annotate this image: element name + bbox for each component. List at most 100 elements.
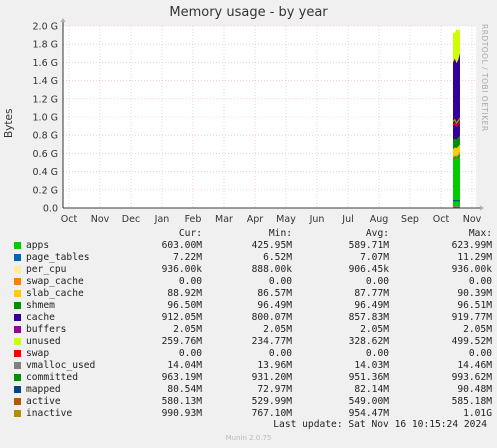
legend-swatch: [14, 290, 21, 297]
legend-avg: 87.77M: [354, 288, 389, 299]
legend-name: committed: [26, 372, 78, 383]
legend-row-buffers: buffers 2.05M 2.05M 2.05M 2.05M: [12, 324, 492, 336]
x-tick-label: Jul: [341, 214, 353, 225]
legend-swatch: [14, 266, 21, 273]
legend-row-unused: unused 259.76M 234.77M 328.62M 499.52M: [12, 336, 492, 348]
y-tick-label: 1.6 G: [33, 58, 59, 69]
legend-row-per_cpu: per_cpu 936.00k 888.00k 906.45k 936.00k: [12, 264, 492, 276]
legend-max: 919.77M: [451, 312, 492, 323]
legend-swatch: [14, 326, 21, 333]
legend-avg: 589.71M: [348, 240, 389, 251]
y-tick-label: 0.0: [43, 204, 58, 215]
legend-cur: 936.00k: [161, 264, 202, 275]
legend-swatch: [14, 374, 21, 381]
legend-name: vmalloc_used: [26, 360, 96, 371]
y-tick-label: 0.6 G: [33, 149, 59, 160]
legend-row-shmem: shmem 96.50M 96.49M 96.49M 96.51M: [12, 300, 492, 312]
legend-min: 6.52M: [263, 252, 292, 263]
legend-name: slab_cache: [26, 288, 84, 299]
x-tick-label: Jan: [154, 214, 170, 225]
legend-min: 425.95M: [251, 240, 292, 251]
legend-avg: 549.00M: [348, 396, 389, 407]
legend-max: 499.52M: [451, 336, 492, 347]
legend-name: apps: [26, 240, 50, 251]
legend-max: 2.05M: [463, 324, 492, 335]
legend-avg: 0.00: [365, 348, 389, 359]
munin-version: Munin 2.0.75: [225, 434, 272, 442]
legend-min: 0.00: [268, 276, 292, 287]
legend-row-vmalloc_used: vmalloc_used 14.04M 13.96M 14.03M 14.46M: [12, 360, 492, 372]
legend-max: 585.18M: [451, 396, 492, 407]
legend-min: 96.49M: [257, 300, 292, 311]
last-update: Last update: Sat Nov 16 10:15:24 2024: [273, 419, 487, 430]
legend-max: 993.62M: [451, 372, 492, 383]
legend-row-slab_cache: slab_cache 88.92M 86.57M 87.77M 90.39M: [12, 288, 492, 300]
legend-name: active: [26, 396, 61, 407]
legend-cur: 14.04M: [167, 360, 202, 371]
y-tick-label: 1.8 G: [33, 40, 59, 51]
legend-max: 1.01G: [463, 408, 492, 419]
area-apps: [453, 153, 460, 208]
legend-row-apps: apps 603.00M 425.95M 589.71M 623.99M: [12, 240, 492, 252]
legend-min: 86.57M: [257, 288, 292, 299]
legend-row-active: active 580.13M 529.99M 549.00M 585.18M: [12, 396, 492, 408]
legend-avg: 14.03M: [354, 360, 389, 371]
memory-chart: 0.0 0.2 G 0.4 G 0.6 G 0.8 G 1.0 G 1.2 G 1.4 G 1.…: [33, 18, 484, 225]
legend-swatch: [14, 338, 21, 345]
legend-max: 90.39M: [457, 288, 492, 299]
legend-cur: 0.00: [178, 348, 202, 359]
legend-min: 529.99M: [251, 396, 292, 407]
x-tick-label: Sep: [401, 214, 419, 225]
legend-min: 800.07M: [251, 312, 292, 323]
legend-avg: 0.00: [365, 276, 389, 287]
x-tick-label: Dec: [122, 214, 140, 225]
legend-avg: 2.05M: [360, 324, 389, 335]
legend-row-mapped: mapped 80.54M 72.97M 82.14M 90.48M: [12, 384, 492, 396]
legend-swatch: [14, 314, 21, 321]
legend-row-committed: committed 963.19M 931.20M 951.36M 993.62M: [12, 372, 492, 384]
legend-min: 888.00k: [251, 264, 292, 275]
legend-cur: 963.19M: [161, 372, 202, 383]
x-tick-label: Nov: [463, 214, 482, 225]
legend-name: buffers: [26, 324, 67, 335]
legend-avg: 857.83M: [348, 312, 389, 323]
legend-name: page_tables: [26, 252, 90, 263]
x-tick-label: Mar: [215, 214, 233, 225]
legend-swatch: [14, 398, 21, 405]
x-tick-label: Apr: [247, 214, 264, 225]
legend-cur: 603.00M: [161, 240, 202, 251]
legend-cur: 580.13M: [161, 396, 202, 407]
legend-row-cache: cache 912.05M 800.07M 857.83M 919.77M: [12, 312, 492, 324]
legend-avg: 951.36M: [348, 372, 389, 383]
legend-name: swap_cache: [26, 276, 84, 287]
x-tick-label: Nov: [91, 214, 110, 225]
legend-header-cur: Cur:: [178, 228, 202, 239]
legend-max: 14.46M: [457, 360, 492, 371]
y-tick-label: 1.4 G: [33, 76, 59, 87]
legend-name: swap: [26, 348, 50, 359]
legend-max: 0.00: [468, 276, 492, 287]
legend-name: inactive: [26, 408, 73, 419]
legend-row-swap: swap 0.00 0.00 0.00 0.00: [12, 348, 492, 360]
legend-max: 936.00k: [451, 264, 492, 275]
legend-name: per_cpu: [26, 264, 67, 275]
legend-swatch: [14, 254, 21, 261]
x-tick-label: Oct: [61, 214, 78, 225]
legend-row-page_tables: page_tables 7.22M 6.52M 7.07M 11.29M: [12, 252, 492, 264]
legend-header-avg: Avg:: [365, 228, 389, 239]
y-tick-label: 0.8 G: [33, 131, 59, 142]
x-tick-label: Jun: [309, 214, 325, 225]
legend-cur: 0.00: [178, 276, 202, 287]
legend-avg: 7.07M: [360, 252, 389, 263]
legend-max: 11.29M: [457, 252, 492, 263]
legend-name: shmem: [26, 300, 55, 311]
x-axis-arrow: [480, 205, 484, 211]
legend-min: 13.96M: [257, 360, 292, 371]
legend-swatch: [14, 386, 21, 393]
legend-header-row: Cur: Min: Avg: Max:: [12, 228, 492, 240]
area-cache: [453, 53, 460, 141]
legend-name: cache: [26, 312, 55, 323]
legend-cur: 912.05M: [161, 312, 202, 323]
legend-name: unused: [26, 336, 61, 347]
legend-swatch: [14, 350, 21, 357]
